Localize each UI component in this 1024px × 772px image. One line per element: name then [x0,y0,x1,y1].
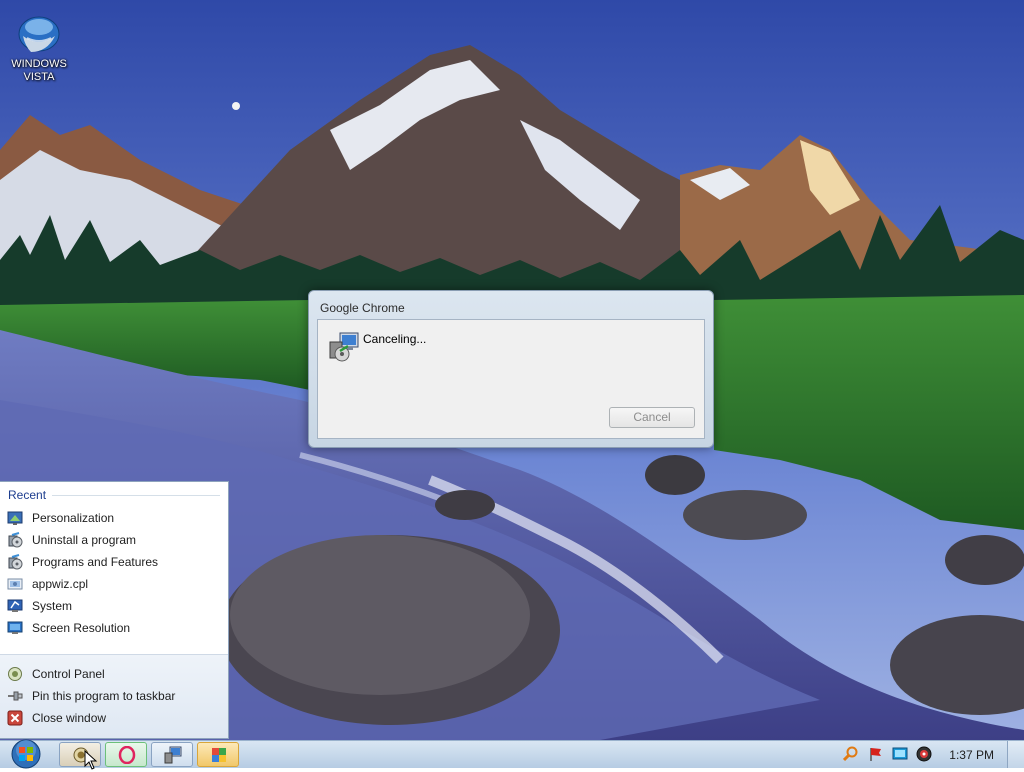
search-magnifier-icon[interactable] [842,746,859,762]
dialog-status-text: Canceling... [363,332,427,346]
jumplist-task-close-window[interactable]: Close window [7,708,221,728]
puzzle-icon [212,748,226,762]
personalization-icon [7,510,23,526]
control-panel-icon [7,666,23,682]
desktop-icon-label: WINDOWS VISTA [11,58,67,83]
jumplist-item-appwiz-cpl[interactable]: appwiz.cpl [7,574,221,594]
jumplist-item-personalization[interactable]: Personalization [7,508,221,528]
jumplist-item-screen-resolution[interactable]: Screen Resolution [7,618,221,638]
jumplist-item-system[interactable]: System [7,596,221,616]
taskbar-jump-list: Recent Personalization Uninstall a progr… [0,481,229,739]
pin-icon [7,688,23,704]
jumplist-task-pin-to-taskbar[interactable]: Pin this program to taskbar [7,686,221,706]
display-icon[interactable] [892,746,908,762]
close-window-icon [7,710,23,726]
jumplist-item-uninstall-program[interactable]: Uninstall a program [7,530,221,550]
taskbar-clock[interactable]: 1:37 PM [949,748,994,762]
taskbar-button-opera[interactable] [105,742,147,767]
jumplist-task-control-panel[interactable]: Control Panel [7,664,221,684]
taskbar: 1:37 PM [0,739,1024,769]
volume-icon[interactable] [916,746,932,762]
taskbar-button-installer[interactable] [151,742,193,767]
windows-vista-globe-icon [17,14,61,54]
mouse-cursor-icon [84,750,98,770]
start-button[interactable] [8,739,44,769]
jumplist-item-programs-features[interactable]: Programs and Features [7,552,221,572]
opera-icon [118,746,136,764]
show-desktop-button[interactable] [1007,741,1024,768]
uninstall-program-icon [7,532,23,548]
cpl-file-icon [7,576,23,592]
system-icon [7,598,23,614]
dialog-client-area: Canceling... Cancel [317,319,705,439]
chrome-install-dialog: Google Chrome Canceling... Cancel [308,290,714,448]
cancel-button[interactable]: Cancel [609,407,695,428]
taskbar-button-puzzle[interactable] [197,742,239,767]
programs-features-icon [7,554,23,570]
jumplist-recent-heading: Recent [8,488,47,502]
desktop-icon-windows-vista[interactable]: WINDOWS VISTA [6,14,72,84]
jumplist-divider [52,495,220,496]
action-center-flag-icon[interactable] [868,746,884,762]
windows-logo-icon [11,739,41,769]
installer-icon [164,746,182,764]
screen-resolution-icon [7,620,23,636]
dialog-title: Google Chrome [320,301,405,315]
installer-computer-icon [328,330,360,362]
